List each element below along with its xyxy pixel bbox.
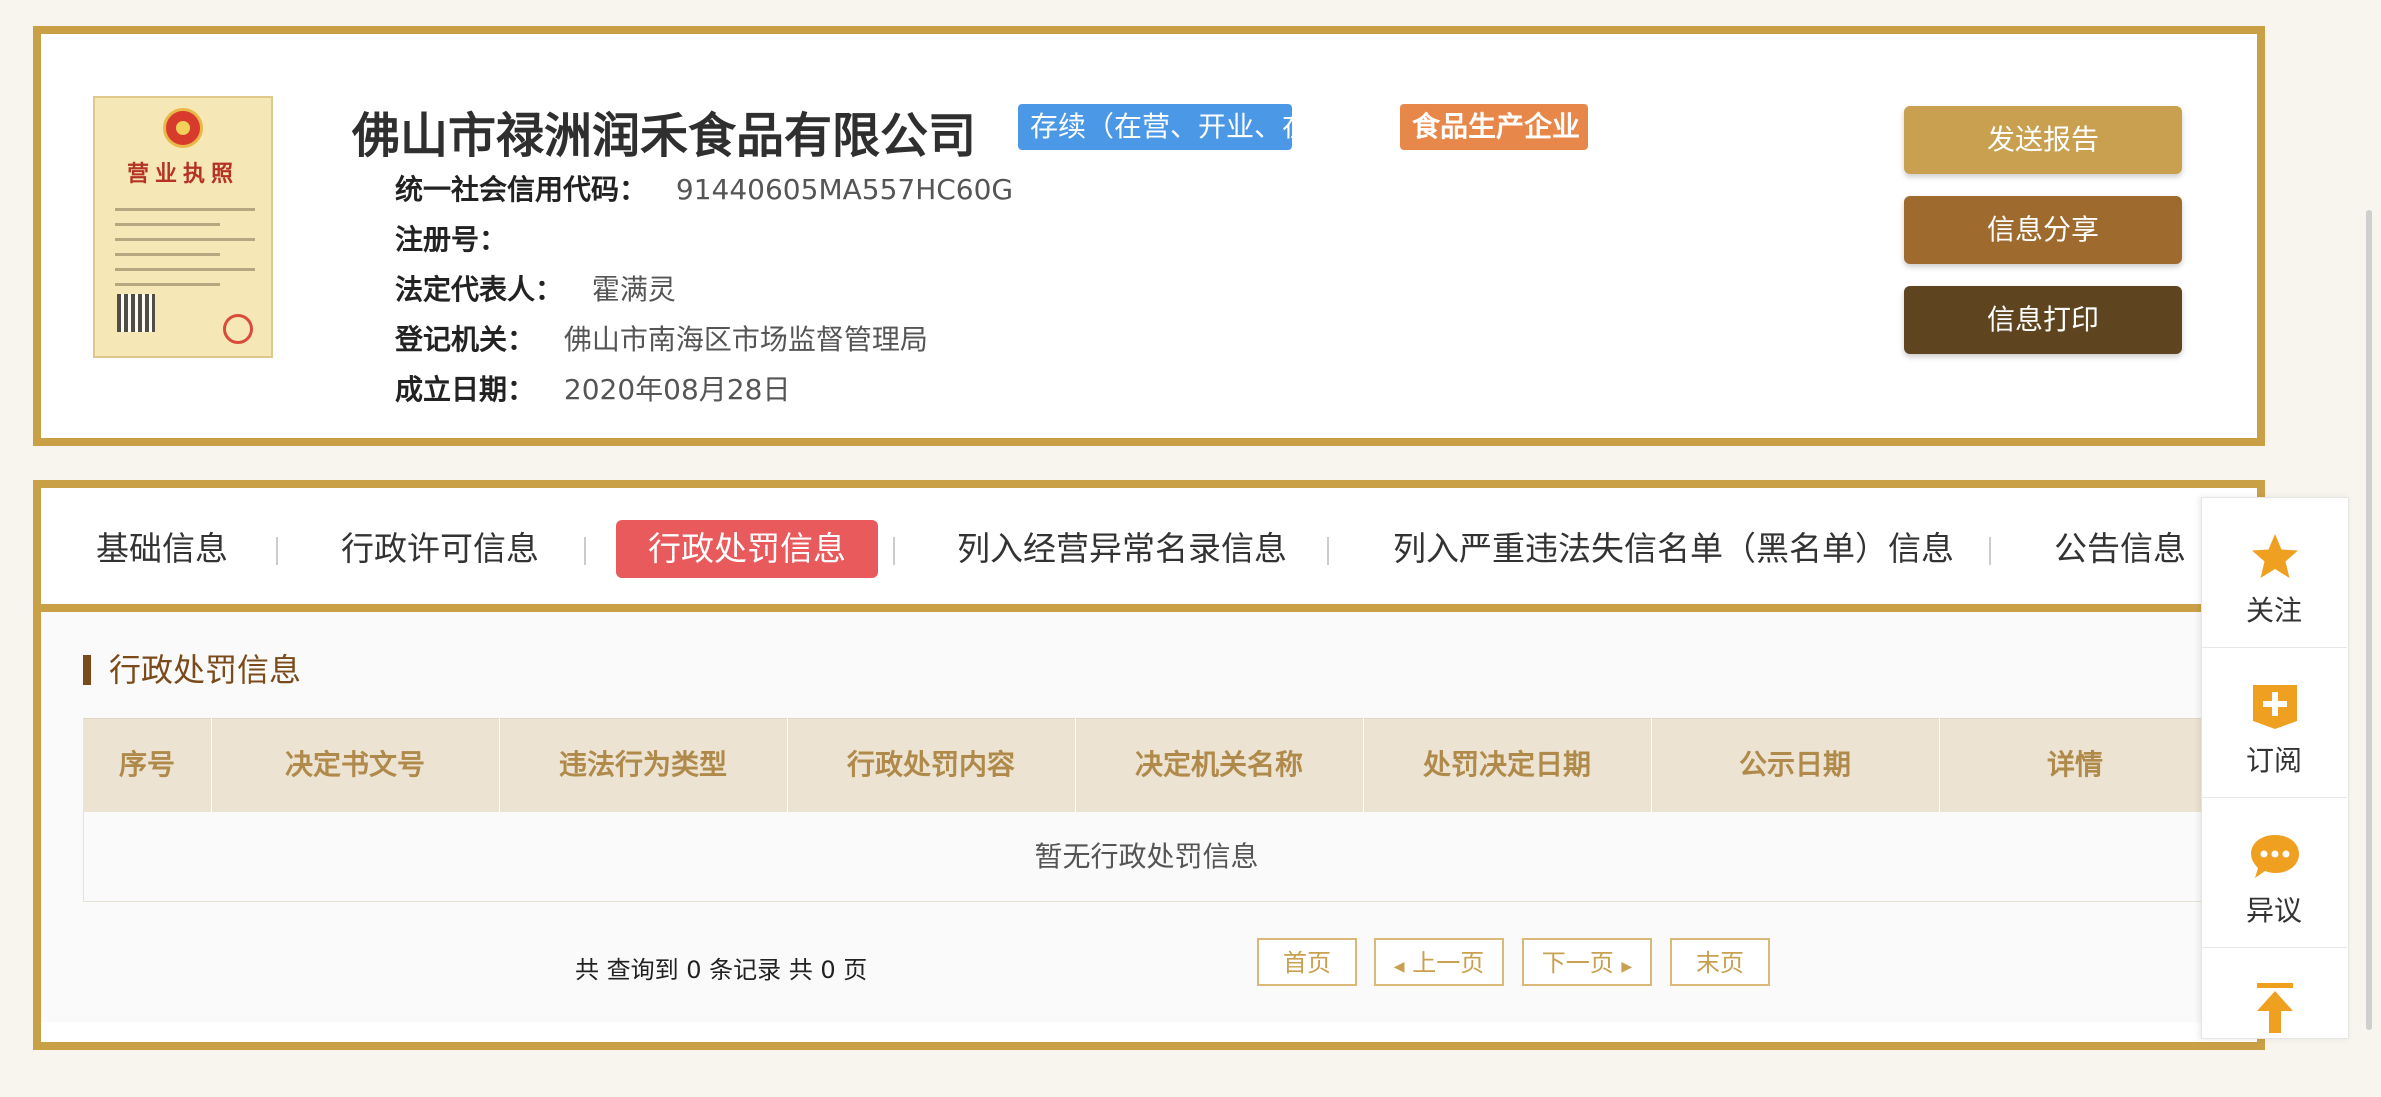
establishment-date-row: 成立日期： 2020年08月28日 xyxy=(395,368,790,408)
next-page-button[interactable]: 下一页 ▶ xyxy=(1522,938,1652,986)
column-header-index: 序号 xyxy=(83,718,212,812)
legal-representative-value: 霍满灵 xyxy=(591,273,676,306)
caret-left-icon: ◀ xyxy=(1393,959,1405,975)
registration-authority-label: 登记机关： xyxy=(395,323,536,356)
tab-blacklist[interactable]: 列入严重违法失信名单（黑名单）信息 xyxy=(1393,520,1954,578)
objection-button[interactable]: 异议 xyxy=(2201,797,2347,948)
chat-icon xyxy=(2251,835,2299,878)
legal-representative-label: 法定代表人： xyxy=(395,273,564,306)
registration-number-row: 注册号： xyxy=(395,218,507,258)
column-header-publication-date: 公示日期 xyxy=(1651,718,1940,812)
tab-basic-info[interactable]: 基础信息 xyxy=(96,520,228,578)
record-count-summary: 共 查询到 0 条记录 共 0 页 xyxy=(575,956,868,984)
caret-right-icon: ▶ xyxy=(1621,959,1633,975)
last-page-button[interactable]: 末页 xyxy=(1670,938,1770,986)
back-to-top-icon xyxy=(2257,983,2293,1033)
follow-button[interactable]: 关注 xyxy=(2201,497,2347,648)
enterprise-type-badge: 食品生产企业 xyxy=(1400,104,1588,150)
follow-label: 关注 xyxy=(2245,594,2302,627)
tab-announcements[interactable]: 公告信息 xyxy=(2054,520,2186,578)
empty-table-message: 暂无行政处罚信息 xyxy=(83,812,2210,902)
tab-abnormal-operation[interactable]: 列入经营异常名录信息 xyxy=(957,520,1287,578)
previous-page-button[interactable]: ◀ 上一页 xyxy=(1374,938,1504,986)
tab-admin-license[interactable]: 行政许可信息 xyxy=(341,520,539,578)
column-header-details: 详情 xyxy=(2046,748,2103,781)
subscribe-button[interactable]: 订阅 xyxy=(2201,647,2347,798)
section-title: 行政处罚信息 xyxy=(83,654,301,686)
column-header-penalty-content: 行政处罚内容 xyxy=(787,718,1076,812)
subscribe-label: 订阅 xyxy=(2245,744,2302,777)
column-header-decision-date: 处罚决定日期 xyxy=(1363,718,1652,812)
credit-code-label: 统一社会信用代码： xyxy=(395,173,648,206)
seal-stamp-icon xyxy=(223,314,253,344)
business-license-image[interactable]: 营业执照 xyxy=(93,96,273,358)
column-header-decision-number: 决定书文号 xyxy=(211,718,500,812)
credit-code-value: 91440605MA557HC60G xyxy=(675,173,1014,206)
registration-number-label: 注册号： xyxy=(395,223,508,256)
tab-separator xyxy=(584,537,586,565)
tab-separator xyxy=(893,537,895,565)
tab-separator xyxy=(1989,537,1991,565)
establishment-date-label: 成立日期： xyxy=(395,373,536,406)
previous-page-label: 上一页 xyxy=(1412,949,1485,977)
column-header-authority-name: 决定机关名称 xyxy=(1075,718,1364,812)
registration-authority-row: 登记机关： 佛山市南海区市场监督管理局 xyxy=(395,318,928,358)
back-to-top-button[interactable] xyxy=(2201,947,2347,1097)
tab-separator xyxy=(1327,537,1329,565)
credit-code-row: 统一社会信用代码： 91440605MA557HC60G xyxy=(395,168,1013,208)
registration-authority-value: 佛山市南海区市场监督管理局 xyxy=(563,323,928,356)
qr-code-icon xyxy=(117,294,155,332)
license-title: 营业执照 xyxy=(126,162,239,187)
star-icon xyxy=(2252,534,2298,578)
license-text-lines xyxy=(115,208,255,298)
status-badge: 存续（在营、开业、在册） xyxy=(1018,104,1366,150)
first-page-button[interactable]: 首页 xyxy=(1257,938,1357,986)
next-page-label: 下一页 xyxy=(1541,949,1614,977)
objection-label: 异议 xyxy=(2245,894,2302,927)
share-info-button[interactable]: 信息分享 xyxy=(1904,196,2182,264)
national-emblem-icon xyxy=(163,108,203,148)
subscribe-icon xyxy=(2253,685,2297,729)
company-name: 佛山市禄洲润禾食品有限公司 xyxy=(352,108,977,164)
send-report-button[interactable]: 发送报告 xyxy=(1904,106,2182,174)
establishment-date-value: 2020年08月28日 xyxy=(563,373,791,406)
tab-separator xyxy=(276,537,278,565)
column-header-violation-type: 违法行为类型 xyxy=(499,718,788,812)
tab-admin-penalty[interactable]: 行政处罚信息 xyxy=(616,520,878,578)
legal-representative-row: 法定代表人： 霍满灵 xyxy=(395,268,676,308)
print-info-button[interactable]: 信息打印 xyxy=(1904,286,2182,354)
scrollbar-thumb[interactable] xyxy=(2366,210,2372,1030)
